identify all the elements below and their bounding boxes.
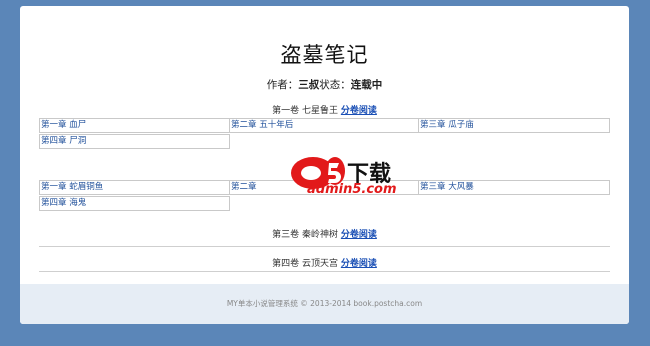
content-panel: 盗墓笔记 作者：三叔状态：连载中 第一卷 七星鲁王 分卷阅读 第一章 血尸 第二… [20, 6, 629, 324]
author-name: 三叔 [298, 79, 320, 91]
volume-4-header: 第四卷 云顶天宫 分卷阅读 [20, 256, 629, 269]
volume-1-header: 第一卷 七星鲁王 分卷阅读 [20, 103, 629, 116]
watermark-domain: admin5.com [307, 182, 397, 197]
chapter-link[interactable]: 第三章 大风暴 [418, 180, 610, 195]
volume-4-title: 第四卷 云顶天宫 [272, 259, 338, 269]
book-title: 盗墓笔记 [280, 43, 369, 67]
chapter-link[interactable]: 第四章 尸洞 [39, 134, 230, 149]
author-label: 作者： [266, 79, 299, 91]
volume-1-read-link[interactable]: 分卷阅读 [341, 106, 377, 116]
page-footer: MY单本小说管理系统 © 2013-2014 book.postcha.com [20, 284, 629, 324]
divider [39, 246, 610, 247]
chapter-link[interactable]: 第四章 海鬼 [39, 196, 230, 211]
status-value: 连载中 [350, 79, 383, 91]
volume-1-title: 第一卷 七星鲁王 [272, 106, 338, 116]
volume-3-title: 第三卷 秦岭神树 [272, 230, 338, 240]
chapter-link[interactable]: 第一章 血尸 [39, 118, 230, 133]
volume-4-read-link[interactable]: 分卷阅读 [341, 259, 377, 269]
volume-3-read-link[interactable]: 分卷阅读 [341, 230, 377, 240]
chapter-link[interactable]: 第三章 瓜子庙 [418, 118, 610, 133]
watermark-logo: 下载 admin5.com [285, 153, 420, 203]
chapter-link[interactable]: 第一章 蛇眉铜鱼 [39, 180, 230, 195]
volume-3-header: 第三卷 秦岭神树 分卷阅读 [20, 227, 629, 240]
chapter-link[interactable]: 第二章 五十年后 [229, 118, 419, 133]
book-meta: 作者：三叔状态：连载中 [20, 77, 629, 92]
divider [39, 271, 610, 272]
status-label: 状态： [319, 79, 351, 91]
